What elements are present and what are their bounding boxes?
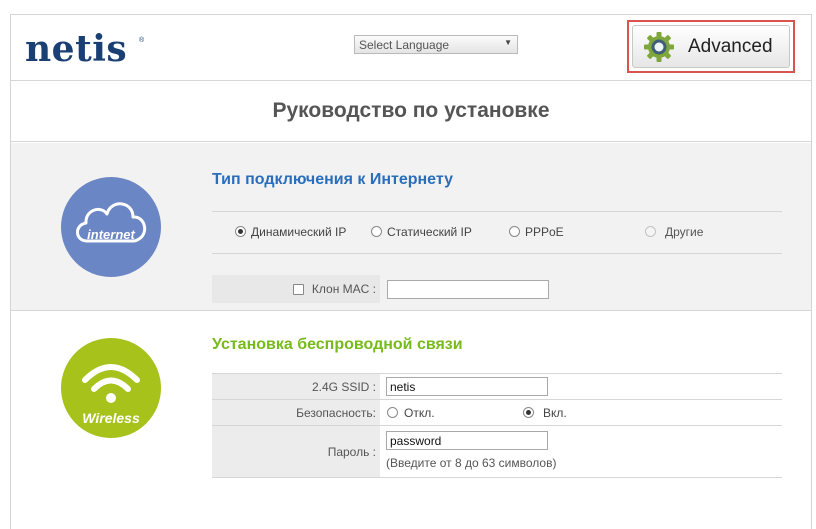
radio-dynamic-ip[interactable] [235, 226, 246, 237]
radio-label: Откл. [404, 406, 435, 420]
router-setup-page: netis ® Select Language ▼ Advanced Руков… [10, 14, 812, 529]
wireless-settings-table: 2.4G SSID : Безопасность: Откл. Вкл. [212, 373, 782, 478]
radio-label: Другие [665, 225, 704, 239]
gear-icon [644, 32, 674, 62]
internet-badge-label: internet [87, 227, 135, 242]
divider [212, 253, 782, 254]
advanced-button[interactable]: Advanced [632, 25, 790, 68]
mac-clone-table: Клон MAC : [212, 275, 782, 303]
registered-mark: ® [139, 37, 145, 44]
password-input[interactable] [386, 431, 548, 450]
password-label: Пароль : [212, 426, 380, 477]
radio-static-ip[interactable] [371, 226, 382, 237]
page-title: Руководство по установке [272, 99, 550, 122]
radio-other [645, 226, 656, 237]
mac-clone-row: Клон MAC : [212, 275, 782, 303]
radio-label: Статический IP [387, 225, 472, 239]
radio-pppoe[interactable] [509, 226, 520, 237]
language-select[interactable]: Select Language ▼ [354, 35, 518, 54]
mac-clone-label-cell: Клон MAC : [212, 275, 380, 303]
mac-clone-checkbox[interactable] [292, 284, 304, 295]
radio-label: Динамический IP [251, 225, 347, 239]
netis-logo: netis [25, 28, 128, 70]
radio-security-on[interactable] [523, 407, 534, 418]
divider [212, 211, 782, 212]
radio-label: Вкл. [543, 406, 567, 420]
password-value-cell: (Введите от 8 до 63 символов) [381, 426, 782, 477]
internet-badge: internet [61, 177, 161, 277]
wireless-badge-label: Wireless [82, 410, 140, 426]
internet-section-title: Тип подключения к Интернету [212, 171, 453, 188]
security-row: Безопасность: Откл. Вкл. [212, 400, 782, 426]
radio-label: PPPoE [525, 225, 564, 239]
wireless-section-title: Установка беспроводной связи [212, 336, 463, 353]
security-value-cell: Откл. Вкл. [381, 400, 782, 425]
page-header: netis ® Select Language ▼ Advanced [11, 15, 811, 81]
language-select-value: Select Language [359, 38, 450, 52]
radio-security-off[interactable] [387, 407, 398, 418]
ssid-value-cell [381, 374, 782, 399]
advanced-button-label: Advanced [688, 36, 773, 57]
dropdown-arrow-icon: ▼ [504, 38, 512, 47]
ssid-label: 2.4G SSID : [212, 374, 380, 399]
wireless-section: Wireless Установка беспроводной связи 2.… [11, 312, 811, 529]
mac-address-input[interactable] [387, 280, 549, 299]
mac-clone-value-cell [381, 275, 782, 303]
ssid-row: 2.4G SSID : [212, 374, 782, 400]
internet-section: internet Тип подключения к Интернету Дин… [11, 143, 811, 311]
password-row: Пароль : (Введите от 8 до 63 символов) [212, 426, 782, 478]
security-label: Безопасность: [212, 400, 380, 425]
title-bar: Руководство по установке [11, 82, 811, 142]
ssid-input[interactable] [386, 377, 548, 396]
wireless-badge: Wireless [61, 338, 161, 438]
password-hint: (Введите от 8 до 63 символов) [386, 456, 557, 470]
mac-clone-label: Клон MAC : [311, 282, 376, 296]
